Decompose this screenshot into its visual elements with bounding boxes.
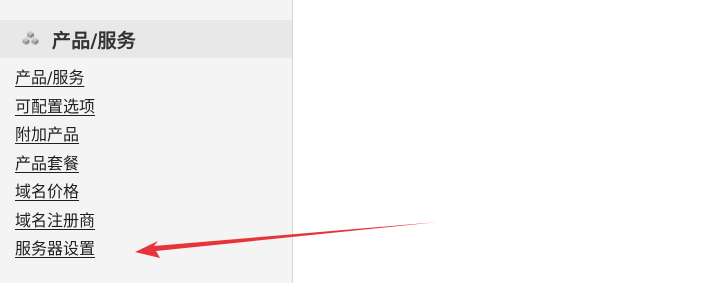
- sidebar-link-server-settings[interactable]: 服务器设置: [15, 239, 95, 258]
- sidebar-item-domain-pricing: 域名价格: [15, 178, 95, 207]
- sidebar-link-configurable-options[interactable]: 可配置选项: [15, 97, 95, 116]
- sidebar-item-domain-registrars: 域名注册商: [15, 207, 95, 236]
- cubes-icon: [21, 30, 40, 46]
- sidebar-link-product-bundles[interactable]: 产品套餐: [15, 154, 79, 173]
- sidebar-item-server-settings: 服务器设置: [15, 235, 95, 264]
- sidebar-item-configurable-options: 可配置选项: [15, 93, 95, 122]
- sidebar-link-domain-pricing[interactable]: 域名价格: [15, 182, 79, 201]
- sidebar-link-domain-registrars[interactable]: 域名注册商: [15, 211, 95, 230]
- panel-title: 产品/服务: [52, 29, 136, 52]
- screen: 产品/服务 产品/服务 可配置选项 附加产品 产品套餐 域名价格 域名注册商 服…: [0, 0, 710, 283]
- sidebar-link-addons[interactable]: 附加产品: [15, 125, 79, 144]
- panel-header: 产品/服务: [0, 20, 292, 58]
- sidebar-menu: 产品/服务 可配置选项 附加产品 产品套餐 域名价格 域名注册商 服务器设置: [15, 64, 95, 264]
- sidebar-item-addons: 附加产品: [15, 121, 95, 150]
- sidebar-link-products-services[interactable]: 产品/服务: [15, 68, 84, 87]
- sidebar-panel: 产品/服务 产品/服务 可配置选项 附加产品 产品套餐 域名价格 域名注册商 服…: [0, 0, 293, 283]
- sidebar-item-products-services: 产品/服务: [15, 64, 95, 93]
- sidebar-item-product-bundles: 产品套餐: [15, 150, 95, 179]
